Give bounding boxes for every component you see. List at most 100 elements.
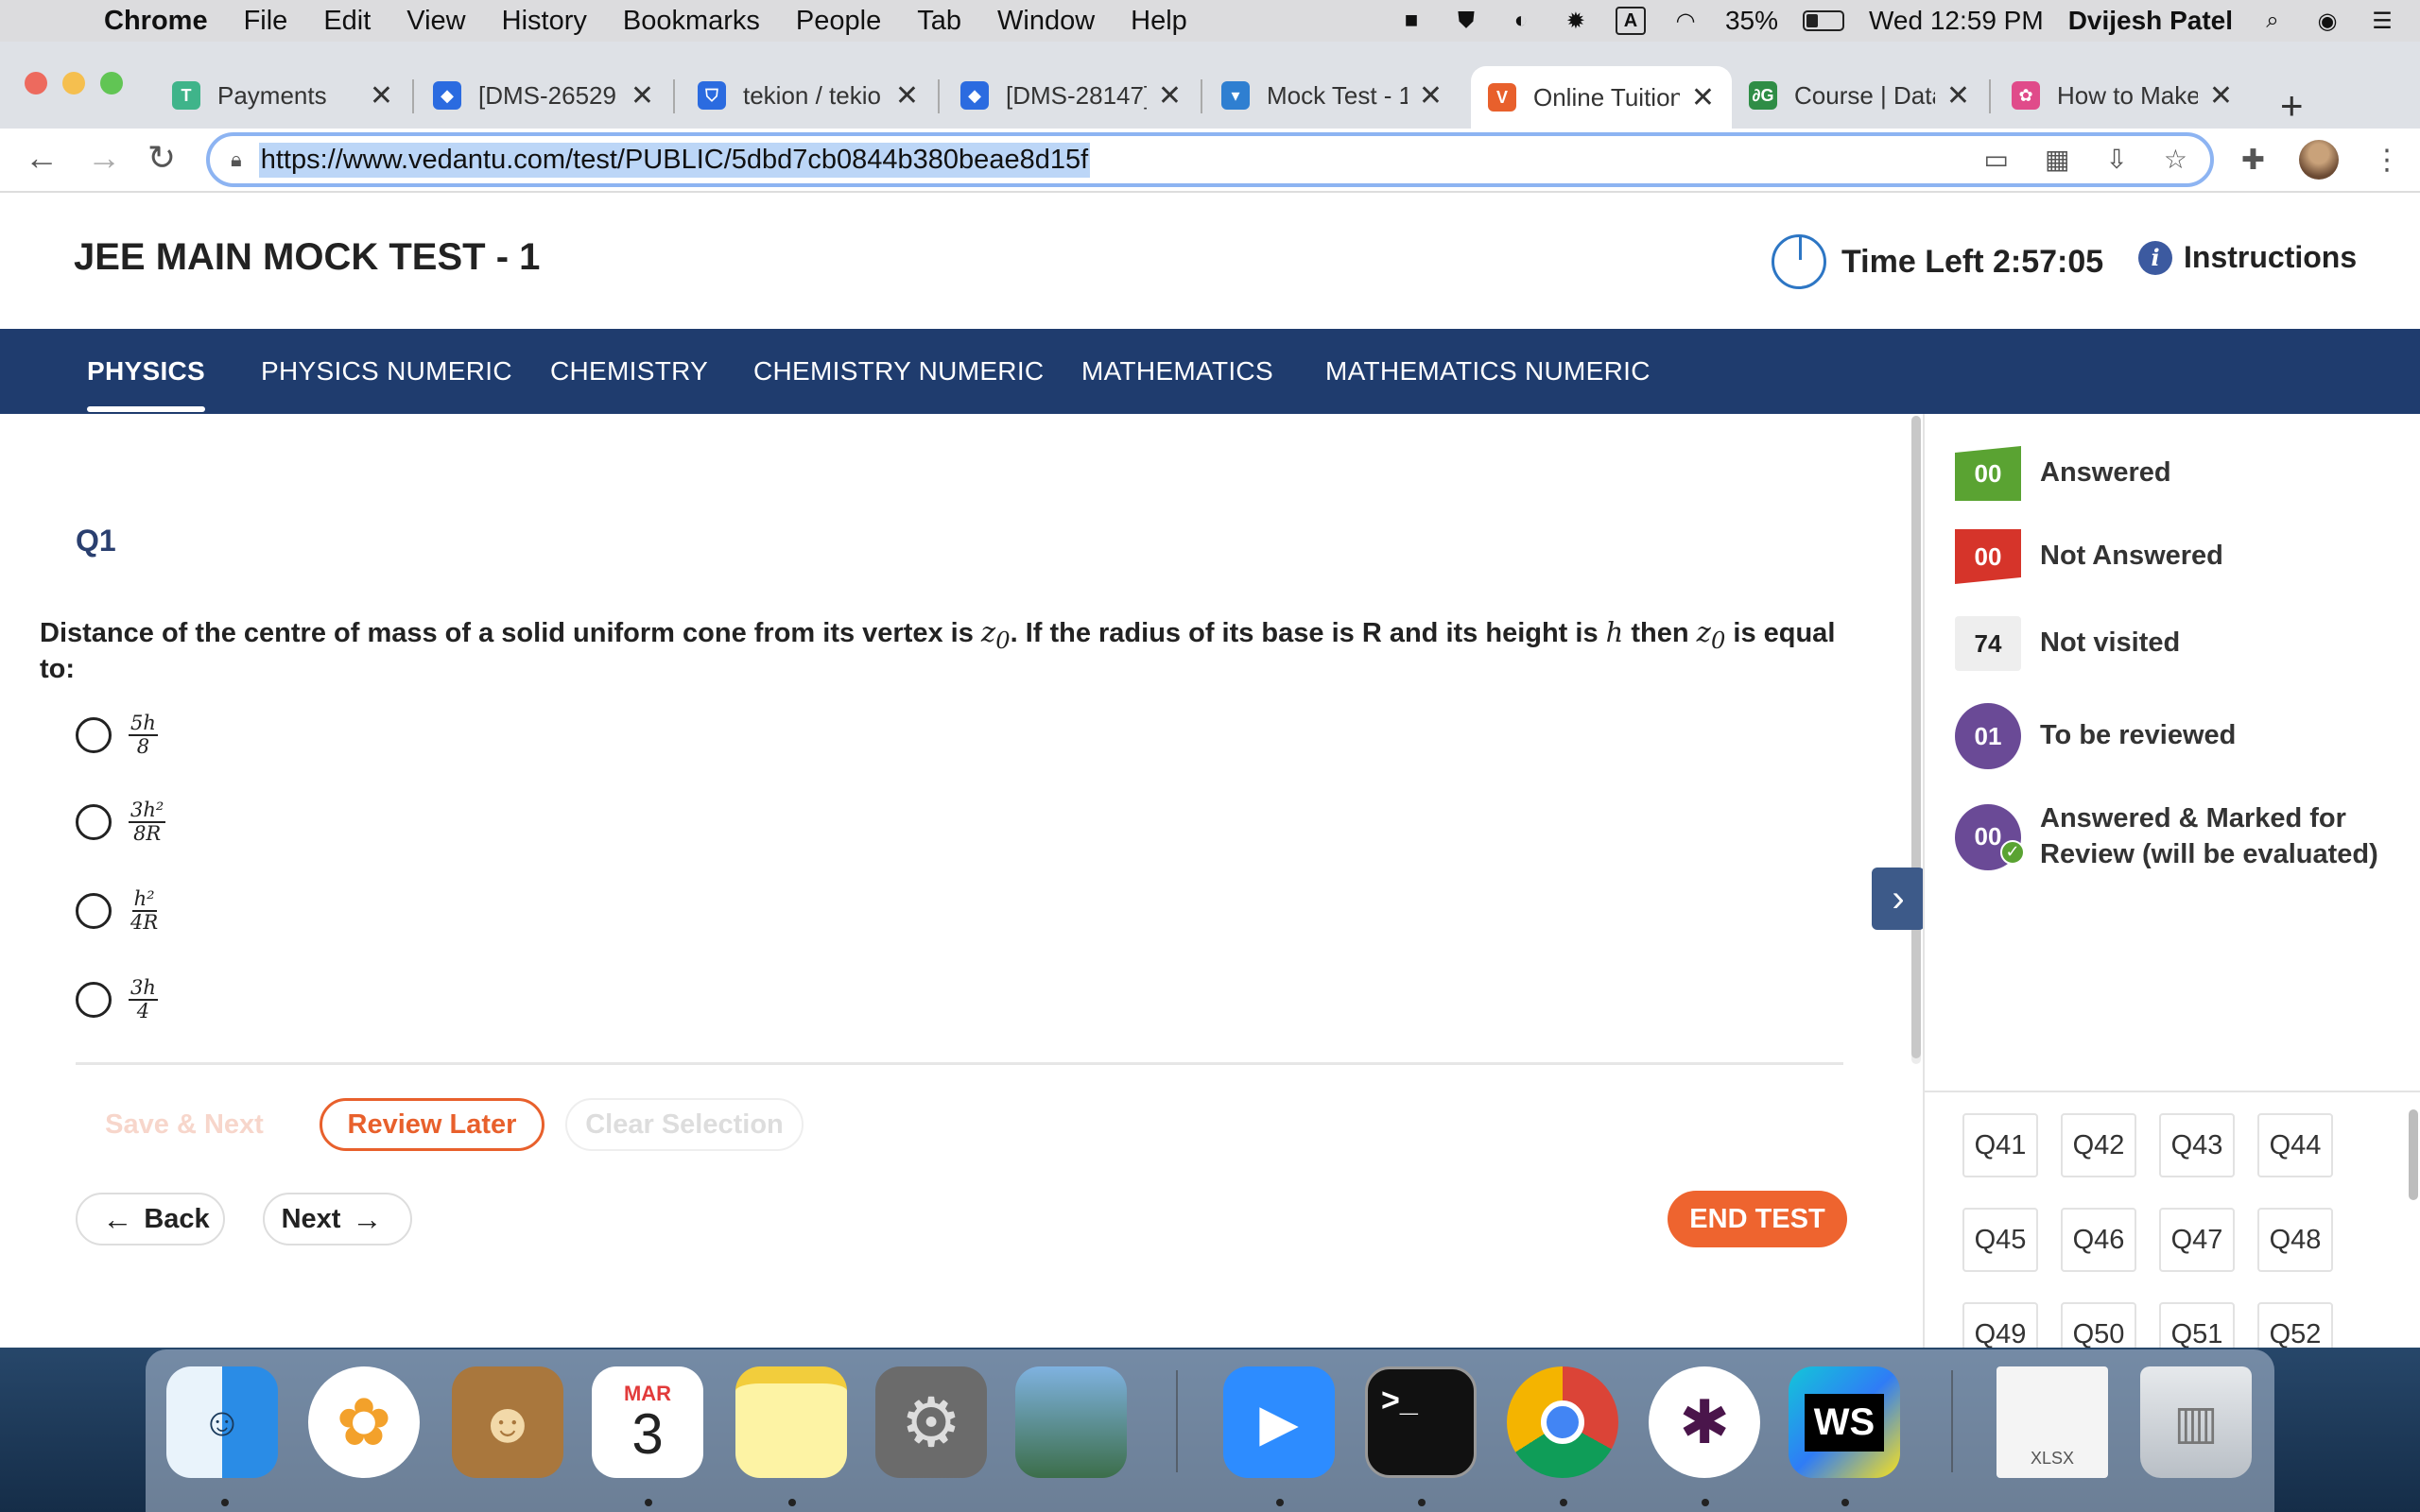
slack-icon[interactable]: ✱: [1649, 1366, 1760, 1478]
menu-file[interactable]: File: [244, 6, 288, 37]
back-arrow-icon[interactable]: ←: [25, 138, 59, 178]
menu-edit[interactable]: Edit: [323, 6, 371, 37]
notes-icon[interactable]: [735, 1366, 847, 1478]
menu-chrome[interactable]: Chrome: [104, 6, 208, 37]
kebab-menu-icon[interactable]: ⋮: [2373, 144, 2401, 177]
forward-arrow-icon[interactable]: →: [87, 138, 121, 178]
settings-icon[interactable]: ✹: [1561, 7, 1591, 35]
question-grid-cell[interactable]: Q49: [1962, 1302, 2038, 1348]
shield-icon[interactable]: ⛊: [1451, 7, 1481, 35]
question-grid-cell[interactable]: Q43: [2159, 1113, 2235, 1177]
lock-icon[interactable]: 🔒︎: [231, 147, 242, 172]
question-grid-cell[interactable]: Q47: [2159, 1208, 2235, 1272]
radio-button[interactable]: [76, 717, 112, 754]
info-icon[interactable]: i: [2138, 240, 2172, 275]
browser-tab[interactable]: ✿ How to Make ✕: [1995, 66, 2250, 125]
radio-button[interactable]: [76, 982, 112, 1019]
question-grid-cell[interactable]: Q44: [2257, 1113, 2333, 1177]
system-preferences-icon[interactable]: ⚙: [875, 1366, 987, 1478]
browser-tab[interactable]: ▾ Mock Test - 1 ✕: [1204, 66, 1460, 125]
question-grid-cell[interactable]: Q51: [2159, 1302, 2235, 1348]
close-window-icon[interactable]: [25, 72, 47, 94]
instructions-label[interactable]: Instructions: [2184, 240, 2357, 275]
zoom-app-icon[interactable]: ▶: [1223, 1366, 1335, 1478]
menu-help[interactable]: Help: [1131, 6, 1187, 37]
back-button[interactable]: ← Back: [76, 1193, 225, 1246]
question-grid-cell[interactable]: Q41: [1962, 1113, 2038, 1177]
zoom-icon[interactable]: ■: [1396, 7, 1426, 35]
close-tab-icon[interactable]: ✕: [895, 79, 919, 112]
palette-scrollbar-thumb[interactable]: [2409, 1109, 2418, 1200]
photos-icon[interactable]: ✿: [308, 1366, 420, 1478]
menu-history[interactable]: History: [502, 6, 587, 37]
question-grid-cell[interactable]: Q42: [2061, 1113, 2136, 1177]
menu-view[interactable]: View: [406, 6, 465, 37]
extensions-puzzle-icon[interactable]: ✚: [2241, 144, 2265, 177]
clear-selection-button[interactable]: Clear Selection: [565, 1098, 804, 1151]
end-test-button[interactable]: END TEST: [1668, 1191, 1847, 1247]
browser-tab[interactable]: V Online Tuition ✕: [1471, 66, 1732, 129]
question-grid-cell[interactable]: Q50: [2061, 1302, 2136, 1348]
install-icon[interactable]: ⇩: [2105, 144, 2127, 175]
url-text[interactable]: https://www.vedantu.com/test/PUBLIC/5dbd…: [258, 142, 1091, 178]
tab-chemistry-numeric[interactable]: CHEMISTRY NUMERIC: [753, 329, 1044, 414]
question-grid-cell[interactable]: Q45: [1962, 1208, 2038, 1272]
browser-tab[interactable]: ◆ [DMS-26529 ✕: [416, 66, 671, 125]
close-tab-icon[interactable]: ✕: [370, 79, 393, 112]
save-next-button[interactable]: Save & Next: [76, 1098, 293, 1151]
tab-chemistry[interactable]: CHEMISTRY: [550, 329, 708, 414]
browser-tab[interactable]: T Payments ✕: [155, 66, 410, 125]
address-bar[interactable]: 🔒︎ https://www.vedantu.com/test/PUBLIC/5…: [206, 132, 2214, 187]
question-grid-cell[interactable]: Q52: [2257, 1302, 2333, 1348]
close-tab-icon[interactable]: ✕: [1419, 79, 1443, 112]
profile-avatar[interactable]: [2299, 140, 2339, 180]
menu-tab[interactable]: Tab: [917, 6, 961, 37]
tab-physics[interactable]: PHYSICS: [87, 329, 206, 414]
close-tab-icon[interactable]: ✕: [1946, 79, 1970, 112]
option-a[interactable]: 5h 8: [76, 712, 158, 758]
review-later-button[interactable]: Review Later: [320, 1098, 544, 1151]
question-grid-cell[interactable]: Q48: [2257, 1208, 2333, 1272]
new-tab-button[interactable]: +: [2280, 83, 2304, 129]
wifi-icon[interactable]: ◠: [1670, 7, 1701, 35]
webstorm-icon[interactable]: WS: [1789, 1366, 1900, 1478]
instructions-link[interactable]: i Instructions: [2138, 240, 2357, 275]
shortcut-icon[interactable]: ◐: [1506, 7, 1536, 35]
clock[interactable]: Wed 12:59 PM: [1869, 6, 2044, 36]
cast-icon[interactable]: ▭: [1983, 144, 2008, 175]
control-center-icon[interactable]: ☰: [2367, 7, 2397, 35]
browser-tab[interactable]: ⛉ tekion / tekio ✕: [681, 66, 936, 125]
tab-mathematics[interactable]: MATHEMATICS: [1081, 329, 1273, 414]
maximize-window-icon[interactable]: [100, 72, 123, 94]
preview-icon[interactable]: [1015, 1366, 1127, 1478]
radio-button[interactable]: [76, 804, 112, 841]
input-source-icon[interactable]: A: [1615, 7, 1646, 35]
option-d[interactable]: 3h 4: [76, 976, 158, 1022]
question-scrollbar-thumb[interactable]: [1911, 416, 1921, 1058]
terminal-icon[interactable]: >_: [1365, 1366, 1477, 1478]
browser-tab[interactable]: ∂G Course | Data ✕: [1732, 66, 1987, 125]
close-tab-icon[interactable]: ✕: [1691, 81, 1715, 114]
question-grid-cell[interactable]: Q46: [2061, 1208, 2136, 1272]
close-tab-icon[interactable]: ✕: [1158, 79, 1182, 112]
search-icon[interactable]: ⌕: [2257, 7, 2288, 35]
reload-icon[interactable]: ↻: [147, 138, 176, 178]
xlsx-file-icon[interactable]: XLSX: [1996, 1366, 2108, 1478]
minimize-window-icon[interactable]: [62, 72, 85, 94]
option-c[interactable]: h² 4R: [76, 887, 160, 934]
bookmark-star-icon[interactable]: ☆: [2164, 144, 2187, 175]
trash-icon[interactable]: ▥: [2140, 1366, 2252, 1478]
toggle-panel-chevron-icon[interactable]: ›: [1872, 868, 1925, 930]
next-button[interactable]: Next →: [263, 1193, 412, 1246]
siri-icon[interactable]: ◉: [2312, 7, 2342, 35]
menu-bookmarks[interactable]: Bookmarks: [623, 6, 760, 37]
menu-window[interactable]: Window: [997, 6, 1095, 37]
option-b[interactable]: 3h² 8R: [76, 799, 166, 845]
browser-tab[interactable]: ◆ [DMS-28147] ✕: [943, 66, 1199, 125]
close-tab-icon[interactable]: ✕: [631, 79, 654, 112]
contacts-icon[interactable]: ☻: [452, 1366, 563, 1478]
radio-button[interactable]: [76, 893, 112, 930]
user-name[interactable]: Dvijesh Patel: [2068, 6, 2233, 36]
tab-mathematics-numeric[interactable]: MATHEMATICS NUMERIC: [1325, 329, 1651, 414]
qr-code-icon[interactable]: ▦: [2045, 144, 2069, 175]
